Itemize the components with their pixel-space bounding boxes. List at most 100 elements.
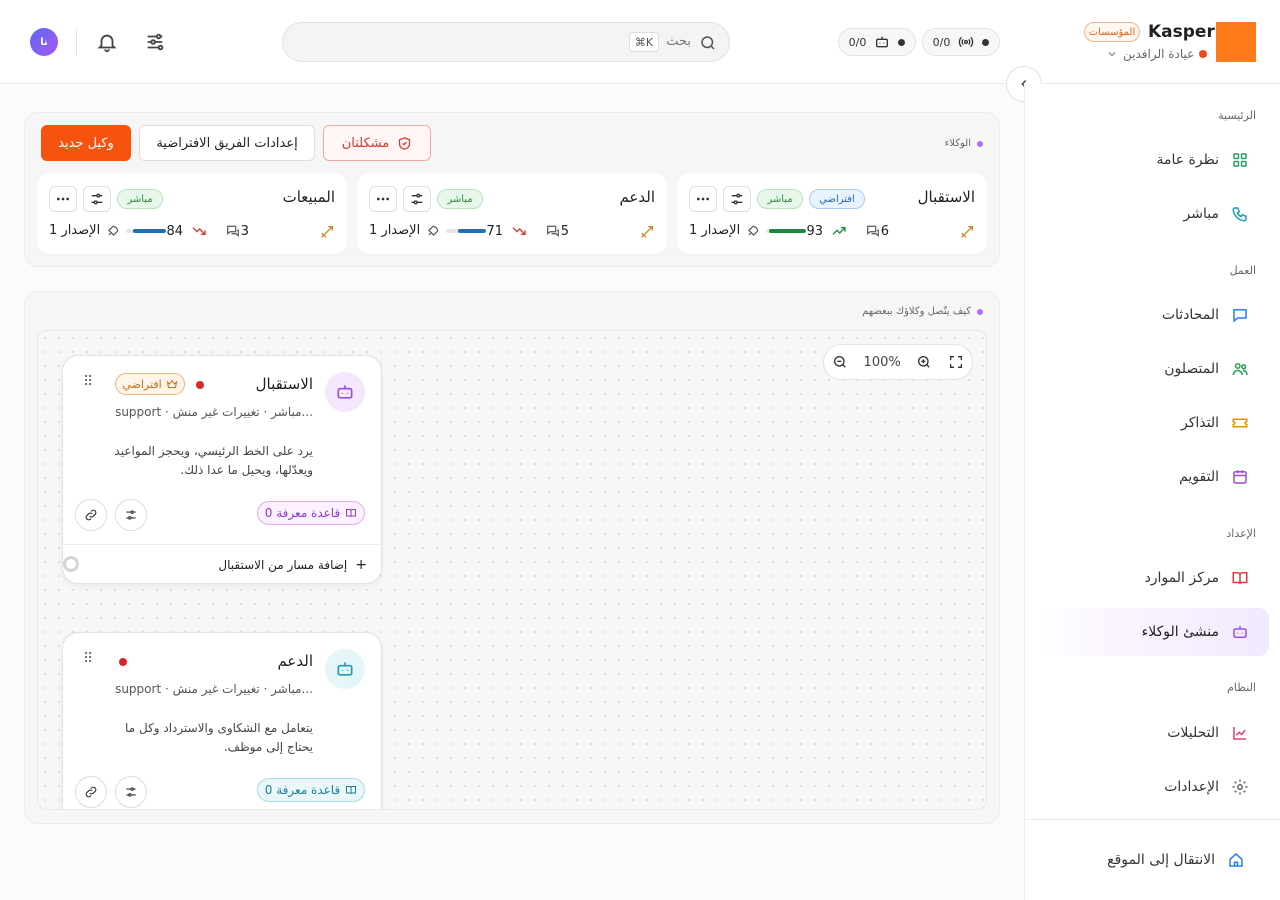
section-dot: [977, 140, 983, 147]
sliders-icon: [126, 787, 136, 797]
rocket-icon: [428, 225, 439, 236]
sidebar-item-settings[interactable]: الإعدادات: [1037, 763, 1269, 811]
drag-handle-icon[interactable]: ⠿: [83, 374, 93, 390]
sidebar-item-label: التحليلات: [1167, 725, 1219, 741]
node-avatar: [325, 649, 365, 689]
trend-down-icon: [512, 227, 526, 235]
node-settings-button[interactable]: [115, 776, 147, 808]
node-subtitle: support · مباشر · تغييرات غير منش...: [115, 682, 313, 696]
plus-icon: +: [355, 557, 367, 573]
bot-icon: [337, 385, 353, 399]
more-icon: [697, 197, 709, 201]
sidebar-item-agent-builder[interactable]: منشئ الوكلاء: [1037, 608, 1269, 656]
agent-settings-button[interactable]: [83, 186, 111, 212]
sidebar-item-label: مركز الموارد: [1144, 570, 1219, 586]
visit-site-label: الانتقال إلى الموقع: [1107, 852, 1215, 868]
agent-name: المبيعات: [282, 188, 335, 206]
quality-bar-fill: [769, 229, 807, 233]
agent-card-sales[interactable]: المبيعات مباشر 3 84 الإصدار 1: [37, 173, 347, 254]
live-badge: مباشر: [117, 189, 163, 209]
top-header: Kasper المؤسسات عيادة الرافدين 0/0 0/0 ب…: [0, 0, 1280, 84]
agent-card-reception[interactable]: الاستقبال افتراضي مباشر 6 93 الإصدار 1: [677, 173, 987, 254]
connector-handle[interactable]: [63, 556, 79, 572]
drag-handle-icon[interactable]: ⠿: [83, 651, 93, 667]
flow-node-reception[interactable]: الاستقبال افتراضي ⠿ support · مباشر · تغ…: [62, 355, 382, 584]
gear-icon: [1232, 779, 1248, 795]
user-avatar[interactable]: نا: [30, 28, 58, 56]
search-placeholder: بحث: [666, 34, 691, 49]
bots-stat[interactable]: 0/0: [838, 28, 916, 56]
quality-metric: 71: [446, 223, 533, 239]
ticket-icon: [1232, 418, 1248, 428]
users-icon: [1232, 363, 1248, 376]
conversations-metric: 3: [225, 223, 255, 239]
sidebar-item-overview[interactable]: نظرة عامة: [1037, 136, 1269, 184]
agent-name: الاستقبال: [917, 188, 975, 206]
bots-status-dot: [898, 38, 906, 46]
sidebar-section-system: النظام: [1227, 681, 1256, 694]
quality-bar: [766, 229, 807, 233]
book-icon: [346, 786, 357, 795]
workspace-switcher[interactable]: عيادة الرافدين: [1106, 47, 1208, 61]
rocket-icon: [108, 225, 119, 236]
sidebar-item-live[interactable]: مباشر: [1037, 190, 1269, 238]
knowledge-badge[interactable]: 0 قاعدة معرفة: [257, 501, 365, 525]
chat-bubbles-icon: [226, 225, 239, 237]
section-dot: [977, 308, 983, 315]
workspace-name: عيادة الرافدين: [1123, 47, 1195, 61]
fullscreen-icon[interactable]: [948, 354, 964, 370]
channels-stat[interactable]: 0/0: [922, 28, 1000, 56]
link-icon: [85, 786, 97, 798]
sidebar-item-analytics[interactable]: التحليلات: [1037, 709, 1269, 757]
agent-settings-button[interactable]: [403, 186, 431, 212]
trend-down-icon: [192, 227, 206, 235]
quality-metric: 93: [766, 223, 853, 239]
sidebar-divider: [1025, 819, 1280, 820]
bots-count: 0/0: [848, 35, 867, 49]
agent-more-button[interactable]: [49, 186, 77, 212]
chat-icon: [1233, 309, 1247, 323]
quality-bar-fill: [458, 229, 487, 233]
agent-more-button[interactable]: [369, 186, 397, 212]
crown-icon: [166, 379, 177, 388]
version-metric: الإصدار 1: [369, 223, 440, 238]
bell-icon[interactable]: [96, 31, 118, 53]
zoom-out-icon[interactable]: [832, 354, 848, 370]
agent-more-button[interactable]: [689, 186, 717, 212]
sidebar-item-resources[interactable]: مركز الموارد: [1037, 554, 1269, 602]
node-title: الاستقبال: [255, 375, 313, 393]
add-route-row[interactable]: إضافة مسار من الاستقبال +: [63, 544, 381, 583]
team-defaults-button[interactable]: إعدادات الفريق الافتراضية: [139, 125, 315, 161]
link-icon: [85, 509, 97, 521]
brand-logo[interactable]: [1216, 22, 1256, 62]
sidebar-item-conversations[interactable]: المحادثات: [1037, 291, 1269, 339]
sidebar-item-calendar[interactable]: التقويم: [1037, 453, 1269, 501]
agent-settings-button[interactable]: [723, 186, 751, 212]
default-badge: افتراضي: [809, 189, 865, 209]
node-title: الدعم: [277, 652, 313, 670]
more-icon: [377, 197, 389, 201]
issues-button[interactable]: مشكلتان: [323, 125, 431, 161]
knowledge-badge[interactable]: 0 قاعدة معرفة: [257, 778, 365, 802]
zoom-in-icon[interactable]: [916, 354, 932, 370]
zoom-level: 100%: [863, 354, 901, 370]
zoom-controls: 100%: [823, 344, 973, 380]
node-link-button[interactable]: [75, 499, 107, 531]
sidebar-item-contacts[interactable]: المتصلون: [1037, 345, 1269, 393]
filters-icon[interactable]: [144, 31, 166, 53]
node-link-button[interactable]: [75, 776, 107, 808]
agent-card-support[interactable]: الدعم مباشر 5 71 الإصدار 1: [357, 173, 667, 254]
flow-canvas[interactable]: 100% الاستقبال افتراضي ⠿ support · مباشر…: [37, 330, 987, 810]
header-divider: [76, 28, 77, 56]
sidebar-item-tickets[interactable]: التذاكر: [1037, 399, 1269, 447]
quality-bar-fill: [132, 229, 167, 233]
flow-node-support[interactable]: الدعم ⠿ support · مباشر · تغييرات غير من…: [62, 632, 382, 809]
agents-section-label: الوكلاء: [945, 138, 983, 149]
issues-label: مشكلتان: [341, 135, 390, 151]
search-bar[interactable]: بحث ⌘K: [282, 22, 730, 62]
node-settings-button[interactable]: [115, 499, 147, 531]
visit-site-link[interactable]: الانتقال إلى الموقع: [1037, 836, 1269, 884]
bot-icon: [337, 662, 353, 676]
new-agent-button[interactable]: وكيل جديد: [41, 125, 131, 161]
trend-up-icon: [832, 227, 846, 235]
